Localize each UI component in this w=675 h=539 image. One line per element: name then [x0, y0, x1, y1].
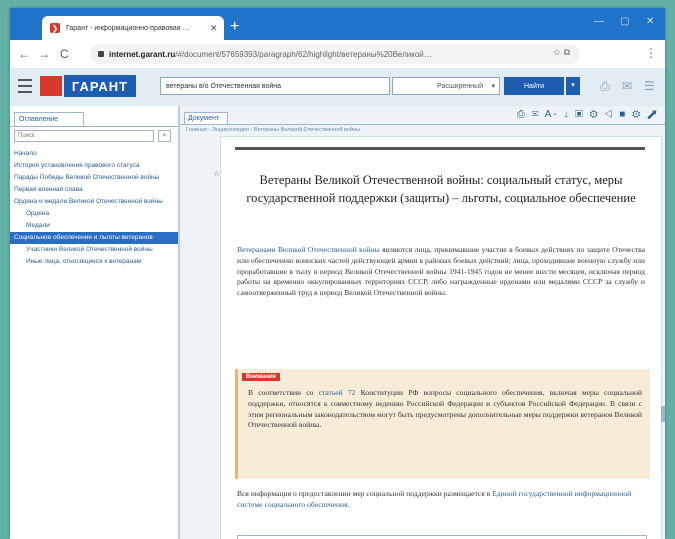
- find-button[interactable]: Найти: [504, 77, 564, 95]
- tab-document[interactable]: Документ: [184, 112, 228, 124]
- garant-toolbar: ГАРАНТ ветераны в/о Отечественная война …: [10, 68, 665, 107]
- list-icon[interactable]: ☰: [644, 79, 655, 93]
- note-text-pre: В соответствии со: [248, 388, 319, 397]
- document-tools[interactable]: ⎙ ✉ A- ↓ ▣ ⚙ ◁ ■ ⚙ ⬈: [517, 109, 659, 120]
- contents-item[interactable]: Участники Великой Отечественной войны: [10, 244, 178, 256]
- divider: [10, 126, 178, 127]
- next-block: [237, 535, 647, 539]
- print-icon[interactable]: ⎙: [600, 79, 610, 94]
- breadcrumb[interactable]: Главная › Энциклопедия › Ветераны Велико…: [186, 127, 360, 133]
- minimize-button[interactable]: —: [594, 16, 604, 27]
- contents-item[interactable]: Парады Победы Великой Отечественной войн…: [10, 172, 178, 184]
- scrollbar-thumb[interactable]: [661, 406, 665, 422]
- new-tab-button[interactable]: +: [230, 19, 239, 35]
- contents-item[interactable]: Первая военная слава: [10, 184, 178, 196]
- note-text: В соответствии со статьей 72 Конституции…: [248, 388, 642, 431]
- constitution-article-link[interactable]: статьей 72: [319, 388, 356, 397]
- contents-search-input[interactable]: Поиск: [14, 130, 154, 142]
- contents-item[interactable]: Иные лица, относящиеся к ветеранам: [10, 256, 178, 268]
- mail-icon[interactable]: ✉: [622, 79, 632, 93]
- garant-logo[interactable]: ГАРАНТ: [64, 75, 136, 97]
- url-path: /#/document/57659393/paragraph/62/highli…: [175, 49, 432, 59]
- intro-paragraph: Ветеранами Великой Отечественной войны я…: [237, 245, 645, 299]
- bookmark-icon[interactable]: ☆ ⧉: [553, 47, 570, 58]
- maximize-button[interactable]: ▢: [620, 16, 629, 27]
- browser-window: ❯ Гарант - информационно-правовая … ✕ + …: [10, 8, 665, 539]
- search-scope-select[interactable]: Расширенный ▾: [392, 77, 500, 95]
- tab-close-icon[interactable]: ✕: [210, 23, 218, 34]
- star-icon[interactable]: ☆: [213, 169, 220, 178]
- reload-button[interactable]: C: [60, 47, 69, 61]
- back-button[interactable]: ←: [18, 47, 30, 61]
- attention-note: Внимание В соответствии со статьей 72 Ко…: [235, 369, 650, 479]
- page-title: Ветераны Великой Отечественной войны: со…: [246, 173, 636, 205]
- close-window-button[interactable]: ✕: [646, 16, 654, 27]
- divider: [180, 124, 665, 125]
- browser-tab[interactable]: ❯ Гарант - информационно-правовая … ✕: [42, 16, 224, 40]
- contents-item[interactable]: Ордена и медали Великой Отечественной во…: [10, 196, 178, 208]
- contents-panel: Оглавление Поиск ⌕ Начало История установ…: [10, 106, 180, 539]
- url-field[interactable]: internet.garant.ru /#/document/57659393/…: [90, 44, 580, 64]
- top-rule: [235, 147, 645, 150]
- search-icon[interactable]: ⌕: [158, 130, 171, 142]
- contents-item[interactable]: История установления правового статуса: [10, 160, 178, 172]
- contents-item[interactable]: Медали: [10, 220, 178, 232]
- tab-title: Гарант - информационно-правовая …: [66, 24, 190, 32]
- attention-badge: Внимание: [242, 373, 280, 381]
- find-options-button[interactable]: ▾: [566, 77, 580, 95]
- hamburger-menu-icon[interactable]: [18, 79, 32, 93]
- lock-icon: [98, 51, 104, 57]
- contents-list: Начало История установления правового ста…: [10, 148, 178, 268]
- forward-button[interactable]: →: [38, 47, 50, 61]
- logo-mark-icon: [40, 76, 62, 96]
- browser-tab-bar: ❯ Гарант - информационно-правовая … ✕ + …: [10, 8, 665, 40]
- favicon-icon: ❯: [50, 23, 60, 33]
- info-text: Вся информация о предоставлении мер соци…: [237, 489, 493, 498]
- veterans-link[interactable]: Ветеранами Великой Отечественной войны: [237, 245, 380, 254]
- contents-item[interactable]: Ордена: [10, 208, 178, 220]
- document-panel: Документ ⎙ ✉ A- ↓ ▣ ⚙ ◁ ■ ⚙ ⬈ Главная › …: [180, 106, 665, 539]
- tab-contents[interactable]: Оглавление: [14, 112, 84, 126]
- contents-item[interactable]: Социальное обеспечение и льготы ветерано…: [10, 232, 178, 244]
- search-input[interactable]: ветераны в/о Отечественная война: [160, 77, 390, 95]
- info-paragraph: Вся информация о предоставлении мер соци…: [237, 489, 645, 511]
- address-bar: ← → C internet.garant.ru /#/document/576…: [10, 40, 665, 69]
- url-host: internet.garant.ru: [109, 49, 176, 59]
- document-page: ☆ Ветераны Великой Отечественной войны: …: [213, 136, 662, 539]
- contents-item[interactable]: Начало: [10, 148, 178, 160]
- scope-value: Расширенный: [437, 82, 483, 90]
- browser-menu-icon[interactable]: ⋮: [645, 46, 657, 60]
- chevron-down-icon: ▾: [491, 83, 495, 90]
